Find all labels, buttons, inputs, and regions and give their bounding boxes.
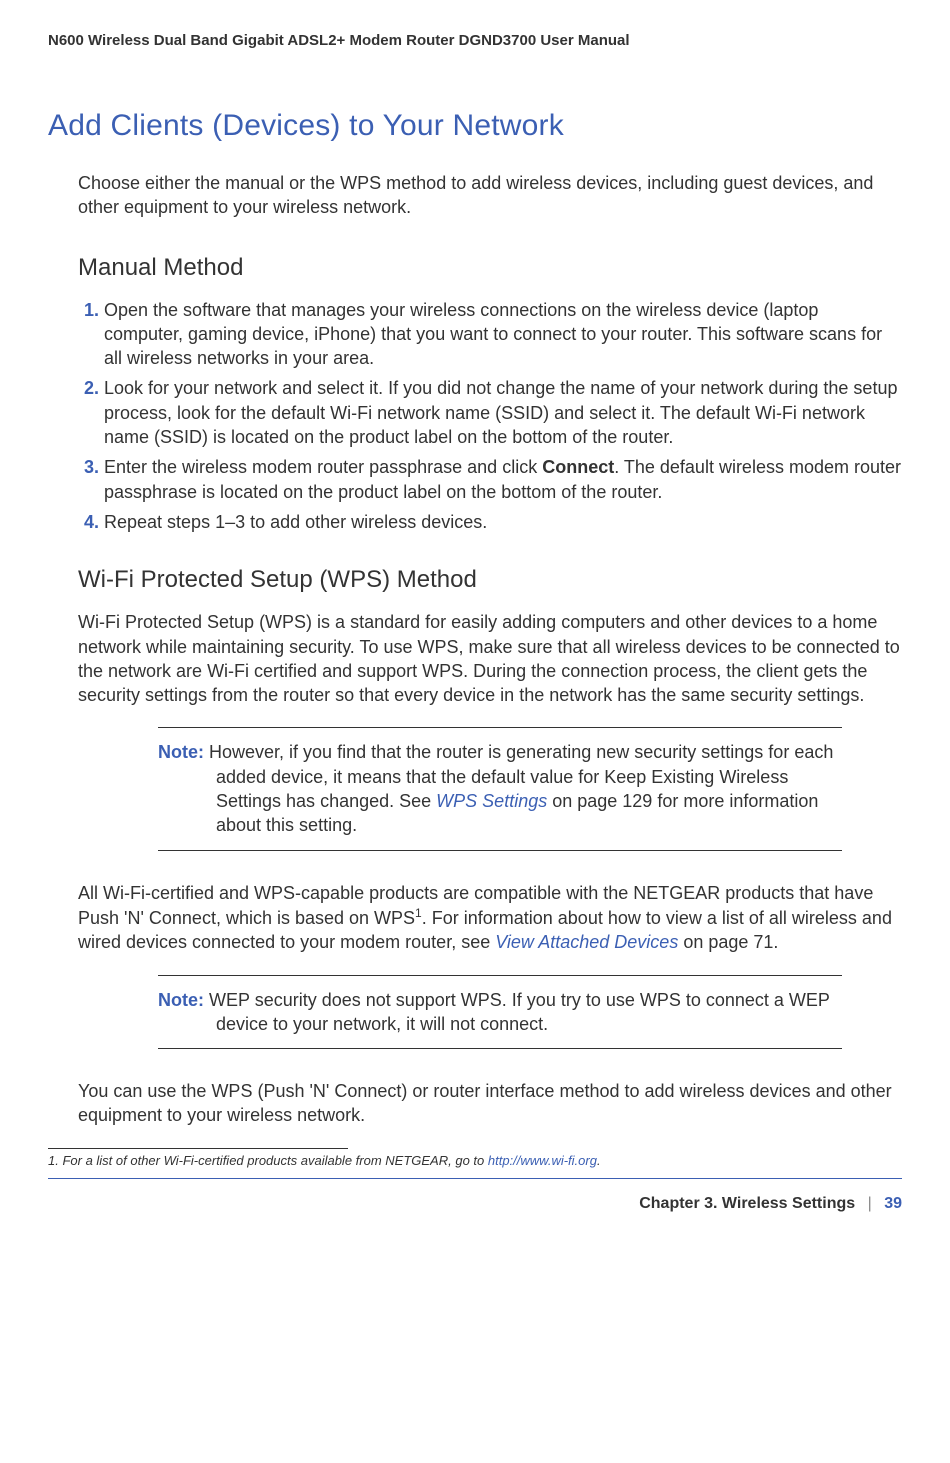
section-intro: Choose either the manual or the WPS meth… [78, 171, 902, 220]
view-attached-devices-link[interactable]: View Attached Devices [495, 932, 678, 952]
page-footer: Chapter 3. Wireless Settings | 39 [48, 1195, 902, 1213]
footer-rule [48, 1178, 902, 1179]
note-block-2: Note: WEP security does not support WPS.… [158, 975, 842, 1050]
note-label-2: Note: [158, 990, 204, 1010]
wps-method-heading: Wi-Fi Protected Setup (WPS) Method [78, 566, 902, 594]
step-2: Look for your network and select it. If … [104, 376, 902, 449]
note-block-1: Note: However, if you find that the rout… [158, 727, 842, 850]
footnote-1: 1. For a list of other Wi-Fi-certified p… [48, 1153, 902, 1168]
footnote-rule [48, 1148, 348, 1149]
wps-closing-para: You can use the WPS (Push 'N' Connect) o… [78, 1079, 902, 1128]
compat-post: on page 71. [678, 932, 778, 952]
wps-compat-para: All Wi-Fi-certified and WPS-capable prod… [78, 881, 902, 955]
footnote-pre: For a list of other Wi-Fi-certified prod… [59, 1153, 488, 1168]
running-header: N600 Wireless Dual Band Gigabit ADSL2+ M… [48, 32, 902, 49]
page: N600 Wireless Dual Band Gigabit ADSL2+ M… [0, 0, 950, 1463]
step-3: Enter the wireless modem router passphra… [104, 455, 902, 504]
manual-method-heading: Manual Method [78, 254, 902, 282]
step-3-pre: Enter the wireless modem router passphra… [104, 457, 542, 477]
footnote-link[interactable]: http://www.wi-fi.org [488, 1153, 597, 1168]
step-1: Open the software that manages your wire… [104, 298, 902, 371]
footnote-ref-1: 1 [415, 906, 422, 920]
footer-sep: | [868, 1195, 872, 1212]
section-heading: Add Clients (Devices) to Your Network [48, 109, 902, 143]
note-2-text: WEP security does not support WPS. If yo… [209, 990, 830, 1034]
footnote-post: . [597, 1153, 601, 1168]
footer-chapter: Chapter 3. Wireless Settings [639, 1195, 855, 1212]
footer-page-number: 39 [884, 1195, 902, 1212]
step-4: Repeat steps 1–3 to add other wireless d… [104, 510, 902, 534]
wps-intro: Wi-Fi Protected Setup (WPS) is a standar… [78, 610, 902, 707]
footnote-num: 1. [48, 1153, 59, 1168]
manual-steps-list: Open the software that manages your wire… [78, 298, 902, 535]
wps-settings-link[interactable]: WPS Settings [436, 791, 547, 811]
note-label-1: Note: [158, 742, 204, 762]
connect-bold: Connect [542, 457, 614, 477]
